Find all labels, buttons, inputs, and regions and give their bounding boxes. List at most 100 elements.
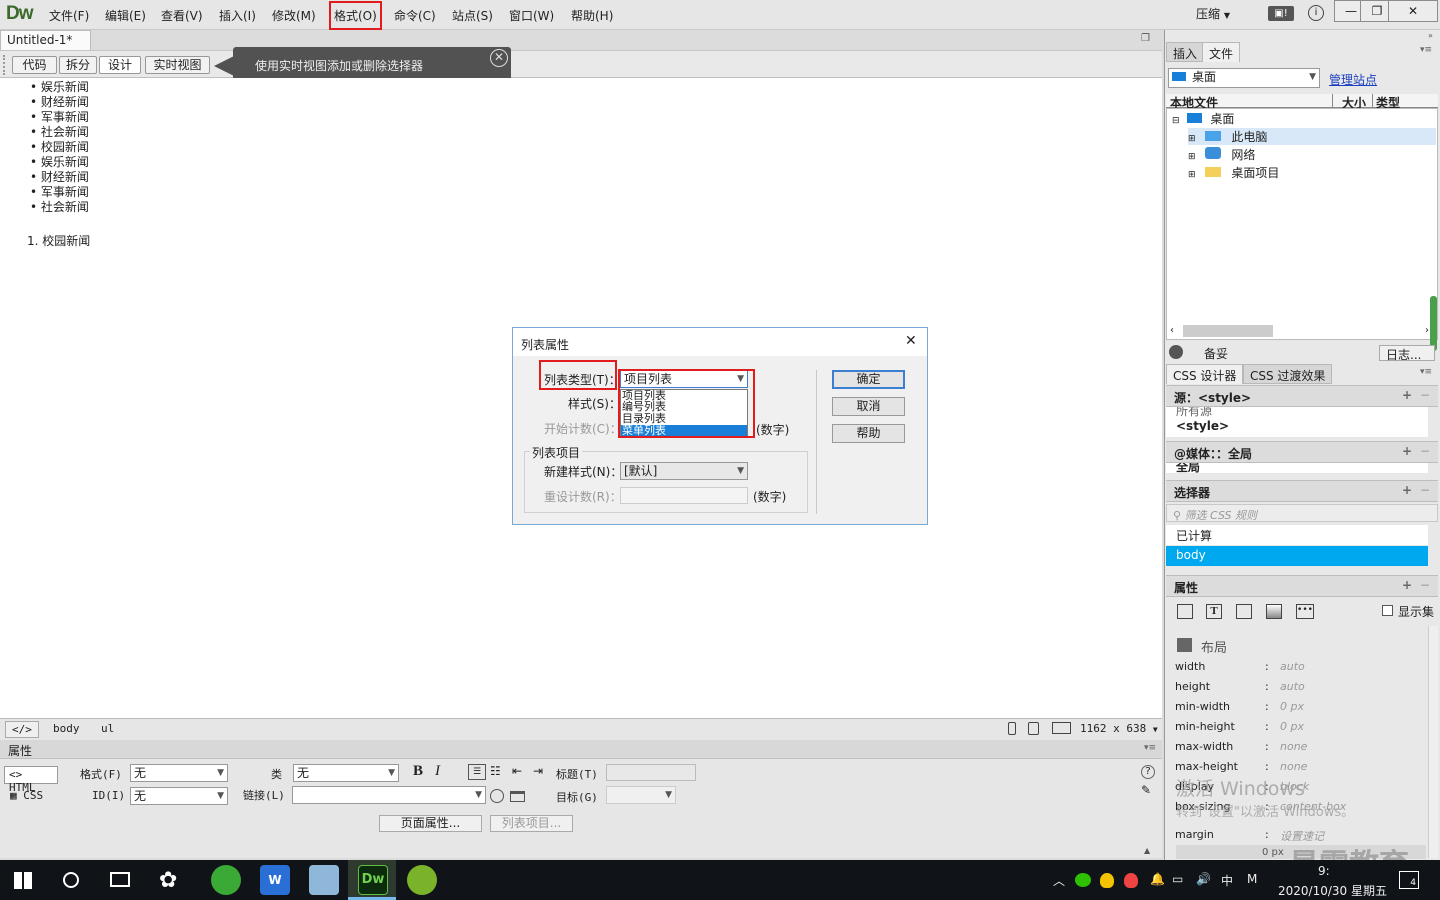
panel-menu-icon[interactable]: ▾≡	[1144, 743, 1156, 753]
expand-panels-icon[interactable]: »	[1428, 31, 1433, 40]
notepad-icon[interactable]	[309, 865, 339, 895]
prop-value[interactable]: none	[1280, 740, 1307, 753]
help-icon[interactable]: ?	[1141, 765, 1155, 779]
ok-button[interactable]: 确定	[832, 370, 905, 389]
title-input[interactable]	[606, 764, 696, 781]
search-icon[interactable]	[63, 872, 79, 888]
page-properties-button[interactable]: 页面属性...	[379, 815, 482, 832]
class-select[interactable]: 无 ▼	[293, 764, 399, 782]
remove-source-icon[interactable]: −	[1420, 388, 1430, 402]
window-size[interactable]: 1162 x 638 ▼	[1080, 722, 1158, 735]
reset-count-input[interactable]	[620, 487, 748, 504]
clock-time[interactable]: 9:	[1318, 864, 1330, 878]
cancel-button[interactable]: 取消	[832, 397, 905, 416]
text-category-icon[interactable]: T	[1206, 604, 1222, 619]
html-mode-button[interactable]: <> HTML	[4, 766, 58, 794]
more-category-icon[interactable]: •••	[1296, 604, 1314, 619]
menu-edit[interactable]: 编辑(E)	[105, 7, 146, 24]
manage-sites-link[interactable]: 管理站点	[1329, 71, 1377, 88]
filter-css-input[interactable]: ⚲ 筛选 CSS 规则	[1166, 504, 1438, 522]
menu-view[interactable]: 查看(V)	[161, 7, 203, 24]
action-center-icon[interactable]: 4	[1399, 871, 1419, 889]
menu-window[interactable]: 窗口(W)	[509, 7, 554, 24]
menu-site[interactable]: 站点(S)	[452, 7, 493, 24]
collapse-icon[interactable]: ▲	[1144, 846, 1150, 855]
add-property-icon[interactable]: +	[1402, 578, 1412, 592]
panel-menu-icon[interactable]: ▾≡	[1420, 367, 1432, 377]
source-all[interactable]: 所有源	[1166, 407, 1428, 417]
menu-insert[interactable]: 插入(I)	[219, 7, 256, 24]
app-icon[interactable]: ✿	[159, 868, 177, 893]
close-window-button[interactable]: ✕	[1388, 0, 1438, 22]
indent-icon[interactable]: ⇥	[533, 764, 543, 778]
layout-switcher[interactable]: 压缩 ▼	[1196, 5, 1230, 22]
media-app-icon[interactable]	[407, 865, 437, 895]
ordered-list-icon[interactable]: ☷	[490, 764, 501, 778]
remove-media-icon[interactable]: −	[1420, 444, 1430, 458]
restore-doc-icon[interactable]: ❐	[1141, 33, 1150, 44]
prop-value[interactable]: auto	[1280, 680, 1305, 693]
target-select[interactable]: ▼	[606, 786, 676, 804]
windows-start-icon[interactable]	[14, 872, 32, 889]
source-style[interactable]: <style>	[1166, 417, 1428, 437]
background-category-icon[interactable]	[1266, 604, 1282, 619]
unordered-list-icon[interactable]: ☰	[468, 764, 486, 780]
network-icon[interactable]: ▭	[1172, 872, 1183, 886]
task-view-icon[interactable]	[110, 872, 130, 887]
ime-mode[interactable]: M	[1247, 872, 1257, 886]
remove-selector-icon[interactable]: −	[1420, 483, 1430, 497]
design-view-button[interactable]: 设计	[99, 56, 141, 74]
tab-css-designer[interactable]: CSS 设计器	[1166, 364, 1244, 384]
layout-category-icon[interactable]	[1177, 604, 1193, 619]
wechat-icon[interactable]	[1075, 873, 1091, 887]
qq-icon[interactable]	[1124, 873, 1138, 888]
list-item-button[interactable]: 列表项目...	[490, 815, 573, 832]
menu-help[interactable]: 帮助(H)	[571, 7, 613, 24]
tab-insert[interactable]: 插入	[1166, 42, 1205, 62]
prop-value[interactable]: 0 px	[1280, 720, 1304, 733]
remove-property-icon[interactable]: −	[1420, 578, 1430, 592]
notification-bell-icon[interactable]: 🔔	[1150, 872, 1165, 886]
browse-folder-icon[interactable]	[510, 791, 525, 802]
sync-settings-icon[interactable]: ▣!	[1268, 6, 1294, 21]
prop-value[interactable]: none	[1280, 760, 1307, 773]
point-to-file-icon[interactable]	[490, 789, 504, 803]
properties-scrollbar[interactable]	[1428, 626, 1438, 858]
format-select[interactable]: 无 ▼	[130, 764, 228, 782]
id-select[interactable]: 无 ▼	[130, 787, 228, 805]
quick-edit-icon[interactable]: ✎	[1141, 783, 1151, 797]
browser-icon[interactable]	[211, 865, 241, 895]
code-view-button[interactable]: 代码	[12, 56, 57, 74]
media-global[interactable]: 全局	[1166, 463, 1428, 473]
scroll-right-icon[interactable]: ›	[1425, 325, 1429, 336]
tag-body[interactable]: body	[47, 721, 86, 738]
code-nav-icon[interactable]: </>	[5, 721, 39, 738]
add-source-icon[interactable]: +	[1402, 388, 1412, 402]
tree-item-network[interactable]: ⊞ 网络	[1188, 146, 1255, 163]
tree-item-desktop[interactable]: ⊟ 桌面	[1172, 110, 1234, 127]
split-view-button[interactable]: 拆分	[59, 56, 97, 74]
panel-menu-icon[interactable]: ▾≡	[1420, 45, 1432, 55]
show-set-checkbox[interactable]	[1382, 605, 1393, 616]
help-button[interactable]: 帮助	[832, 424, 905, 443]
clock-date[interactable]: 2020/10/30 星期五	[1278, 882, 1387, 899]
dreamweaver-icon[interactable]: Dw	[358, 865, 388, 895]
scroll-left-icon[interactable]: ‹	[1170, 325, 1174, 336]
prop-value[interactable]: auto	[1280, 660, 1305, 673]
tree-item-this-pc[interactable]: ⊞ 此电脑	[1188, 128, 1436, 145]
close-icon[interactable]: ✕	[905, 333, 917, 349]
connect-icon[interactable]	[1169, 345, 1183, 359]
margin-value[interactable]: 0 px	[1262, 847, 1284, 858]
css-mode-button[interactable]: ▦ CSS	[10, 789, 43, 802]
volume-icon[interactable]: 🔊	[1196, 872, 1211, 886]
document-tab[interactable]: Untitled-1* ×	[0, 30, 91, 61]
bold-icon[interactable]: B	[413, 763, 423, 780]
horizontal-scrollbar[interactable]	[1183, 325, 1273, 337]
prop-value[interactable]: 0 px	[1280, 700, 1304, 713]
wps-icon[interactable]: W	[260, 865, 290, 895]
tag-ul[interactable]: ul	[95, 721, 120, 738]
tree-item-desktop-items[interactable]: ⊞ 桌面项目	[1188, 164, 1279, 181]
menu-modify[interactable]: 修改(M)	[272, 7, 316, 24]
tab-css-transitions[interactable]: CSS 过渡效果	[1243, 364, 1333, 384]
info-icon[interactable]: i	[1308, 5, 1324, 21]
